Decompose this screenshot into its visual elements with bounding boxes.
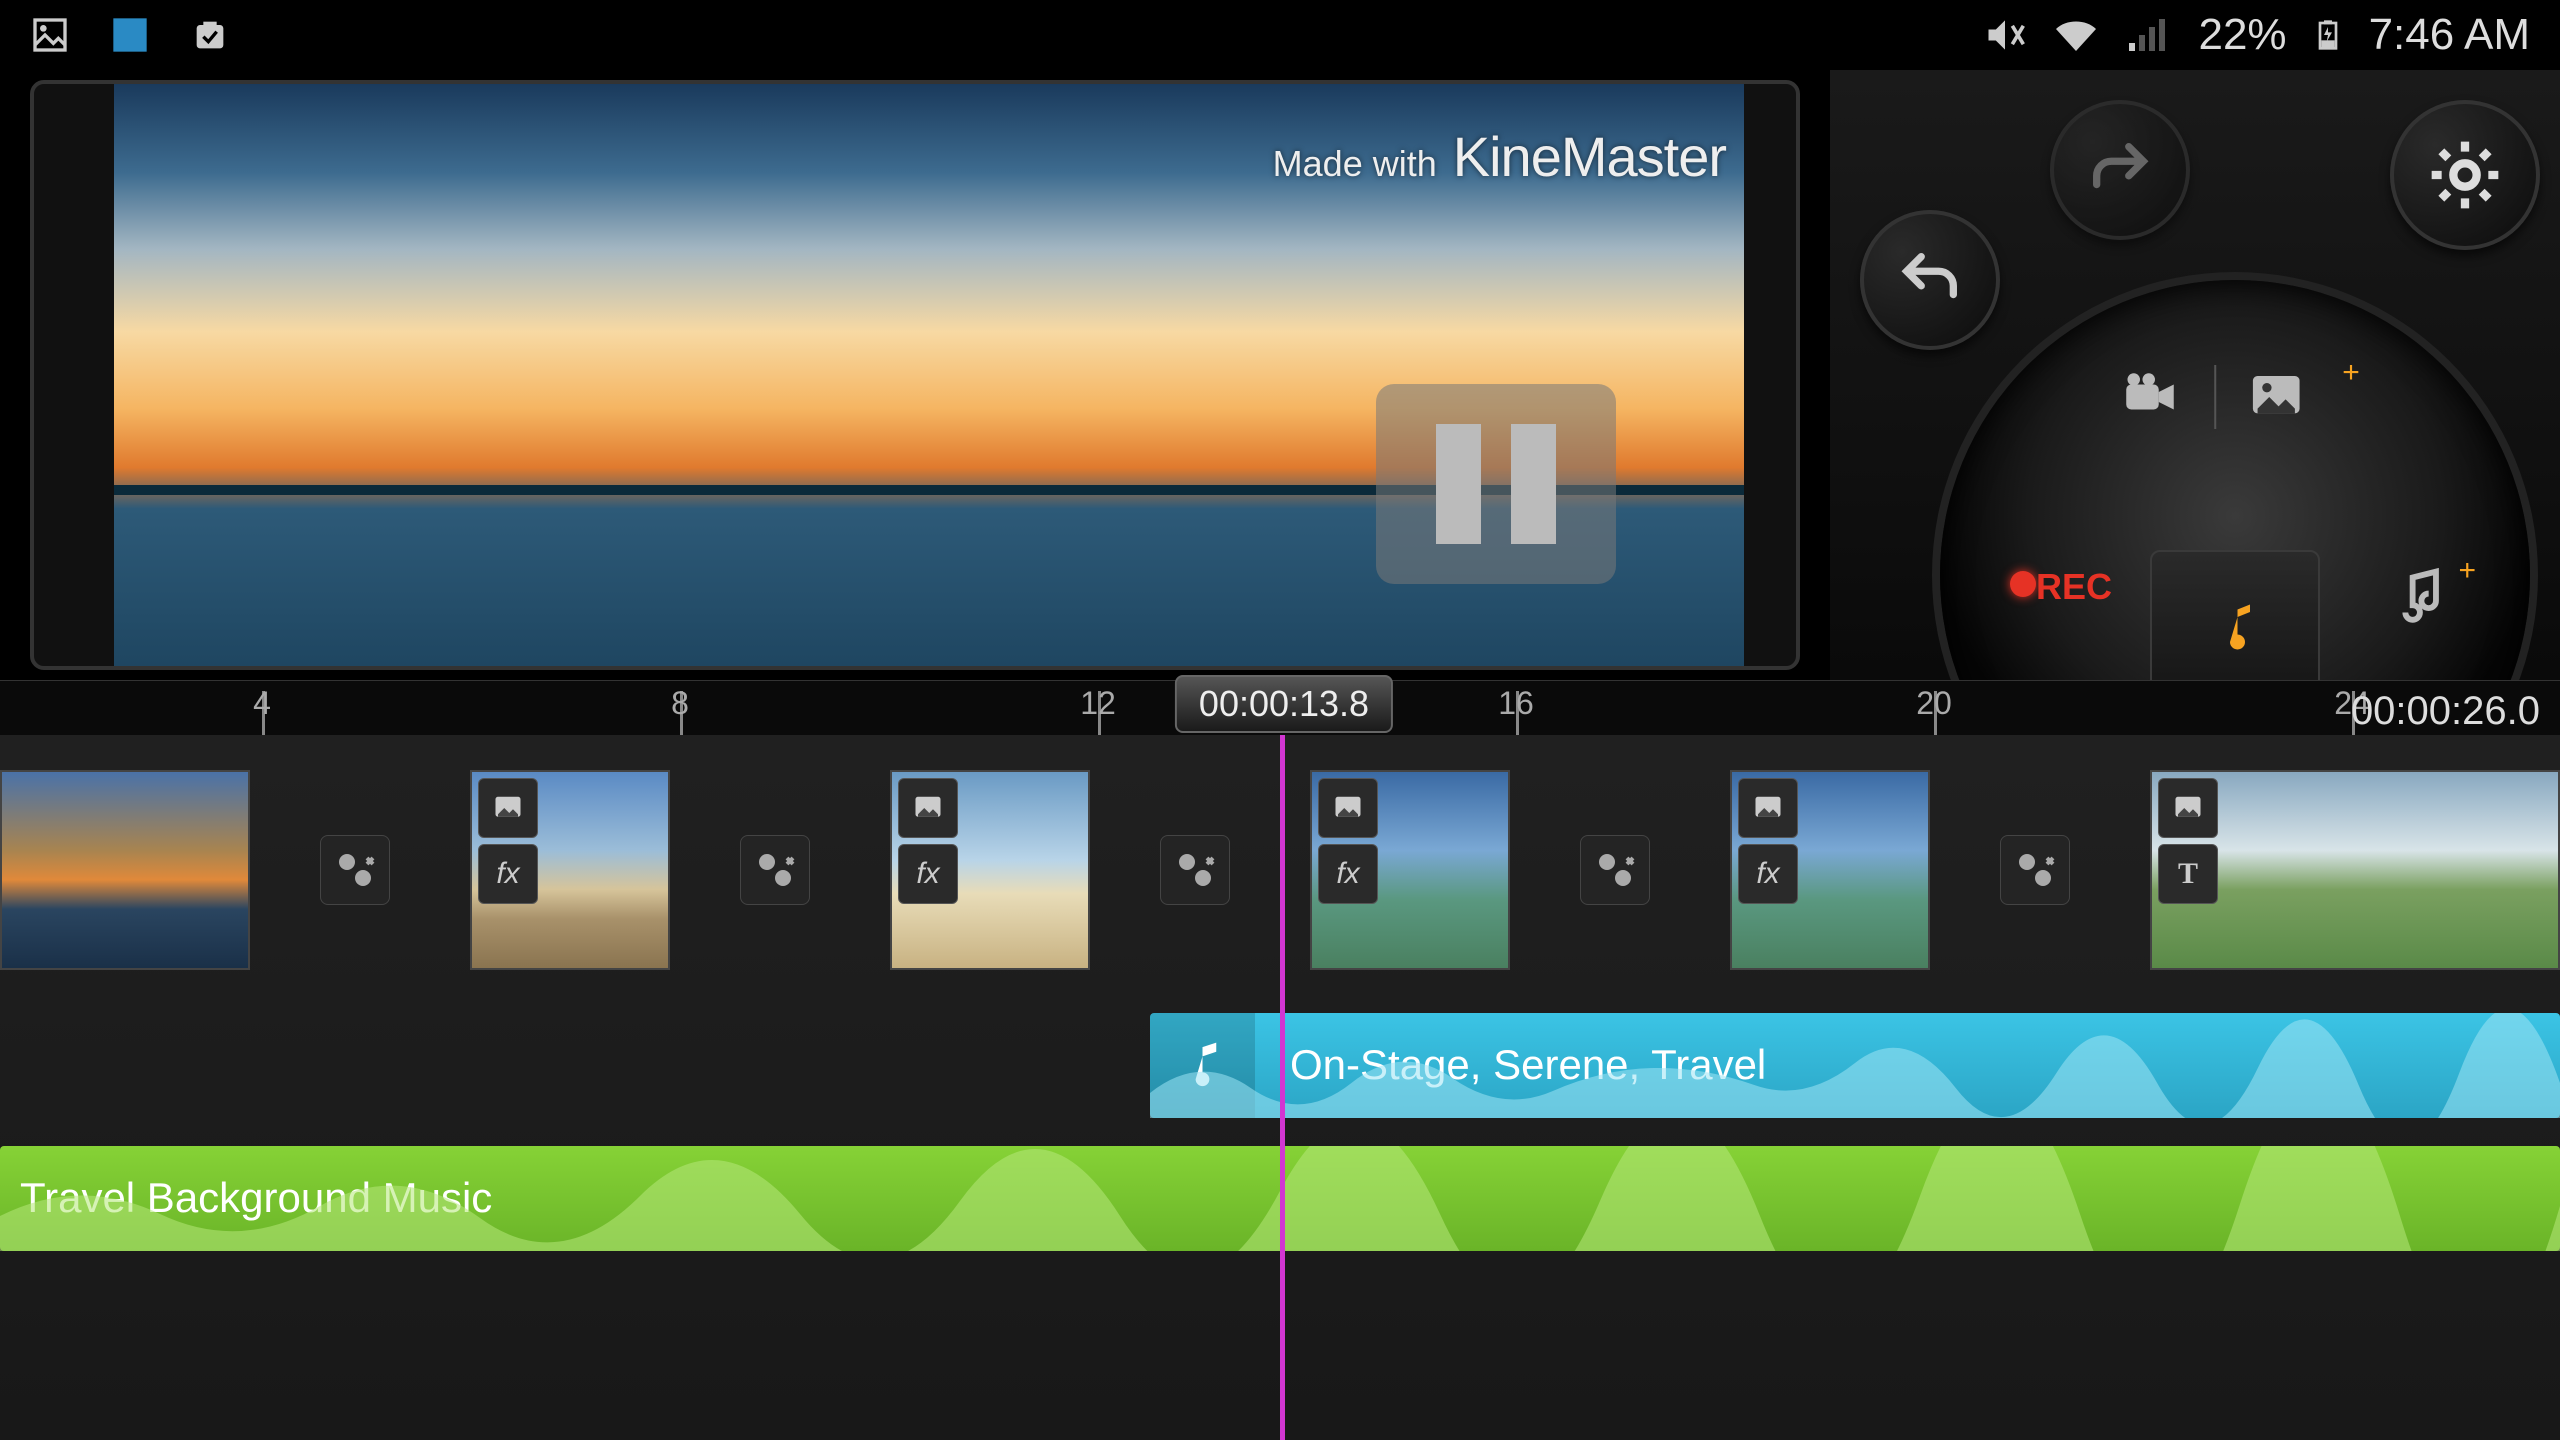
tick-label: 8 bbox=[671, 685, 689, 722]
timeline-ruler[interactable]: 4 8 12 16 20 24 00:00:13.8 00:00:26.0 bbox=[0, 680, 2560, 735]
pause-button[interactable] bbox=[1376, 384, 1616, 584]
image-badge-icon bbox=[2158, 778, 2218, 838]
undo-button[interactable] bbox=[1860, 210, 2000, 350]
android-status-bar: 22% 7:46 AM bbox=[0, 0, 2560, 70]
gallery-icon bbox=[30, 15, 70, 55]
fx-badge: fx bbox=[478, 844, 538, 904]
fx-badge: fx bbox=[1738, 844, 1798, 904]
redo-button[interactable] bbox=[2050, 100, 2190, 240]
transition-button[interactable] bbox=[320, 835, 390, 905]
video-clip[interactable]: fx bbox=[1730, 770, 1930, 970]
record-dot-icon bbox=[2010, 571, 2036, 597]
total-duration: 00:00:26.0 bbox=[2351, 689, 2540, 734]
tick-label: 16 bbox=[1498, 685, 1534, 722]
watermark-prefix: Made with bbox=[1273, 143, 1437, 184]
video-clip[interactable]: fx bbox=[470, 770, 670, 970]
audio-clip-blue[interactable]: On-Stage, Serene, Travel bbox=[1150, 1013, 2560, 1118]
image-icon bbox=[2244, 369, 2308, 425]
image-badge-icon bbox=[898, 778, 958, 838]
plus-icon: + bbox=[2458, 554, 2476, 588]
audio-segment[interactable] bbox=[2150, 550, 2320, 700]
preview-pane: Made with KineMaster bbox=[0, 70, 1830, 680]
tick-label: 4 bbox=[253, 685, 271, 722]
watermark-brand: KineMaster bbox=[1453, 125, 1726, 188]
battery-charging-icon bbox=[2312, 11, 2344, 59]
settings-button[interactable] bbox=[2390, 100, 2540, 250]
app-notification-icon bbox=[110, 15, 150, 55]
mute-icon bbox=[1983, 13, 2027, 57]
text-badge: T bbox=[2158, 844, 2218, 904]
image-badge-icon bbox=[478, 778, 538, 838]
transition-button[interactable] bbox=[1160, 835, 1230, 905]
timeline[interactable]: fx fx fx fx bbox=[0, 735, 2560, 1440]
video-preview[interactable]: Made with KineMaster bbox=[30, 80, 1800, 670]
video-clip[interactable]: fx bbox=[1310, 770, 1510, 970]
music-segment[interactable]: + bbox=[2382, 560, 2470, 630]
wifi-icon bbox=[2052, 11, 2100, 59]
image-badge-icon bbox=[1318, 778, 1378, 838]
tick-label: 20 bbox=[1916, 685, 1952, 722]
task-done-icon bbox=[190, 15, 230, 55]
transition-button[interactable] bbox=[740, 835, 810, 905]
watermark: Made with KineMaster bbox=[1273, 124, 1726, 189]
controls-pane: + REC + bbox=[1830, 70, 2560, 680]
clock: 7:46 AM bbox=[2369, 10, 2530, 60]
transition-button[interactable] bbox=[1580, 835, 1650, 905]
tick-label: 12 bbox=[1080, 685, 1116, 722]
battery-percent: 22% bbox=[2198, 10, 2286, 60]
playhead[interactable] bbox=[1280, 735, 1285, 1440]
add-media-segment[interactable]: + bbox=[2116, 365, 2354, 429]
video-clip[interactable]: fx bbox=[890, 770, 1090, 970]
video-clip[interactable]: T bbox=[2150, 770, 2560, 970]
image-badge-icon bbox=[1738, 778, 1798, 838]
record-label: REC bbox=[2036, 566, 2112, 608]
plus-icon: + bbox=[2342, 356, 2360, 390]
transition-button[interactable] bbox=[2000, 835, 2070, 905]
playhead-time[interactable]: 00:00:13.8 bbox=[1175, 675, 1393, 733]
fx-badge: fx bbox=[1318, 844, 1378, 904]
signal-icon bbox=[2125, 11, 2173, 59]
record-segment[interactable]: REC bbox=[2010, 560, 2112, 608]
fx-badge: fx bbox=[898, 844, 958, 904]
video-clip[interactable] bbox=[0, 770, 250, 970]
video-camera-icon bbox=[2116, 367, 2186, 427]
